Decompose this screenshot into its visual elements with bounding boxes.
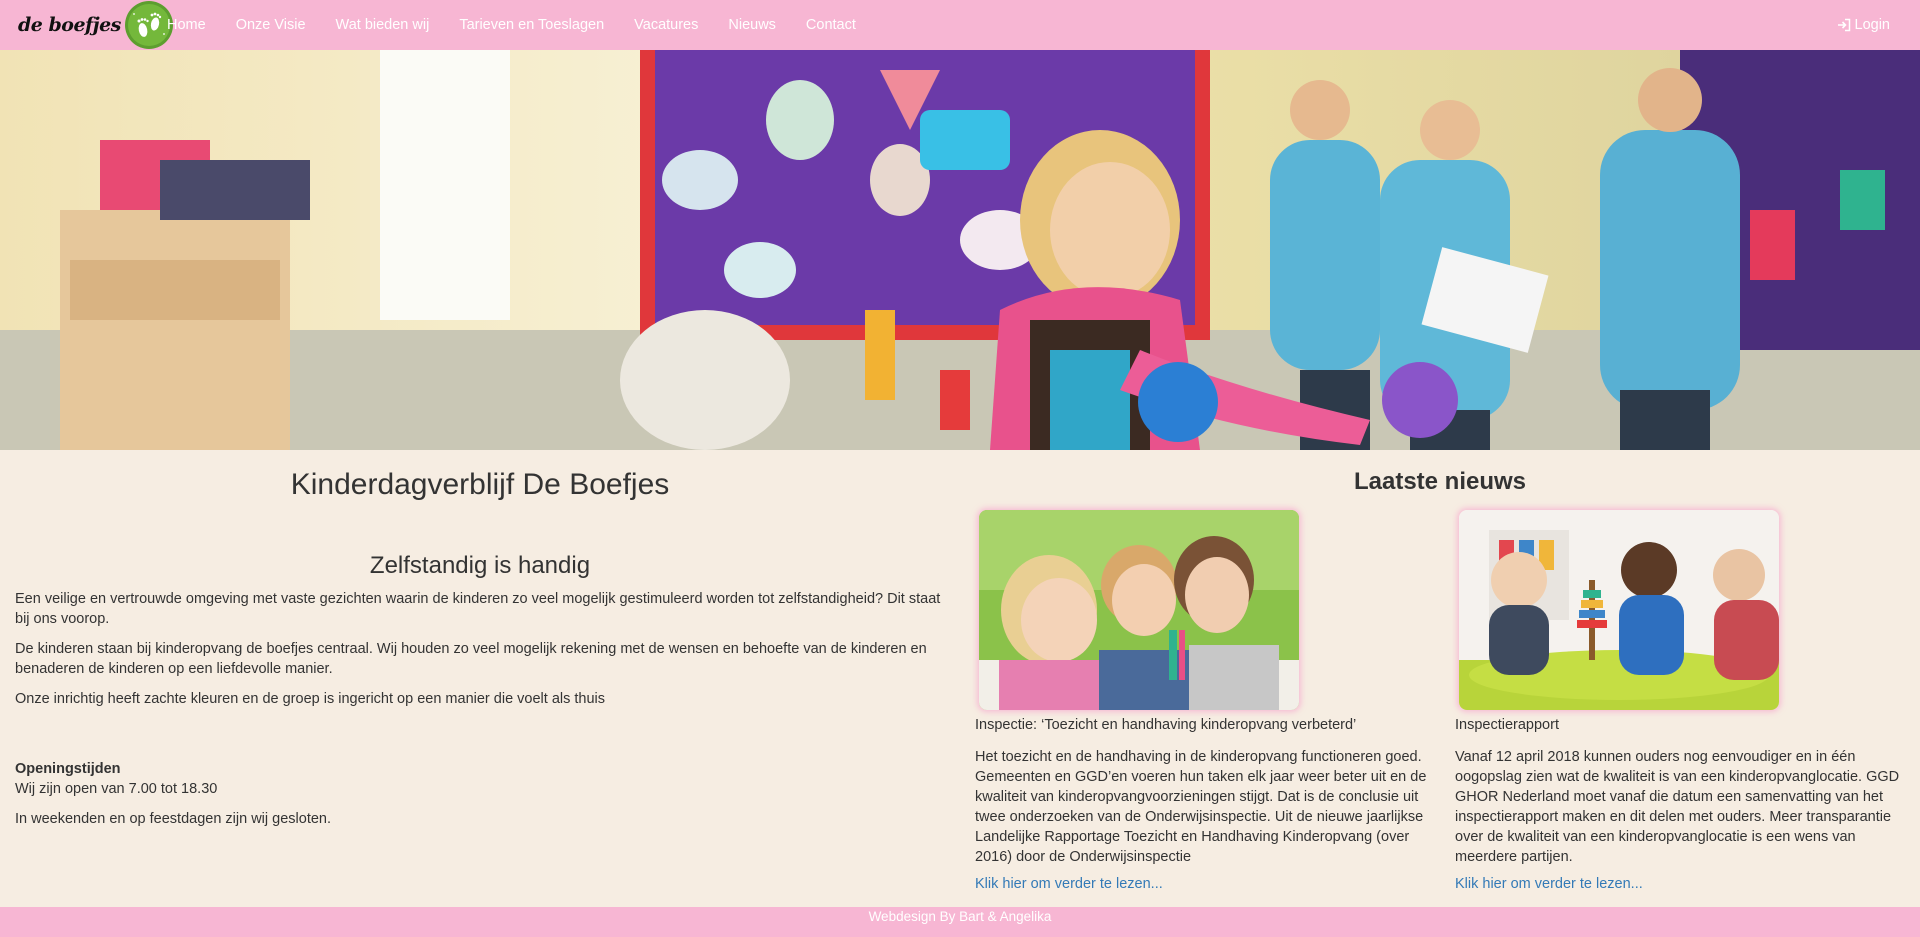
news-body: Het toezicht en de handhaving in de kind…: [975, 749, 1427, 865]
nav-wat-bieden-wij[interactable]: Wat bieden wij: [321, 0, 445, 50]
hours-text: Wij zijn open van 7.00 tot 18.30: [15, 781, 218, 797]
brand[interactable]: de boefjes: [18, 0, 174, 50]
footer: Webdesign By Bart & Angelika: [0, 907, 1920, 937]
news-body: Vanaf 12 april 2018 kunnen ouders nog ee…: [1455, 749, 1900, 865]
nav-onze-visie[interactable]: Onze Visie: [221, 0, 321, 50]
news-image: [979, 510, 1299, 710]
nav-vacatures[interactable]: Vacatures: [619, 0, 713, 50]
login-icon: [1837, 18, 1850, 32]
brand-name: de boefjes: [18, 14, 121, 36]
intro-paragraph-1: Een veilige en vertrouwde omgeving met v…: [15, 591, 941, 627]
main-nav: Home Onze Visie Wat bieden wij Tarieven …: [152, 0, 871, 50]
nav-nieuws[interactable]: Nieuws: [713, 0, 791, 50]
navbar: de boefjes Home Onze Visie Wat bieden wi…: [0, 0, 1920, 50]
read-more-link[interactable]: Klik hier om verder te lezen...: [1455, 876, 1643, 892]
section-subtitle: Zelfstandig is handig: [369, 552, 591, 579]
nav-home[interactable]: Home: [152, 0, 221, 50]
intro-paragraph-2: De kinderen staan bij kinderopvang de bo…: [15, 641, 927, 677]
hero-image: [0, 50, 1920, 450]
news-item: Inspectierapport Vanaf 12 april 2018 kun…: [1455, 510, 1920, 892]
news-headline: Inspectie: ‘Toezicht en handhaving kinde…: [975, 717, 1357, 733]
footer-credit: Webdesign By Bart & Angelika: [868, 909, 1052, 924]
news-image: [1459, 510, 1779, 710]
intro-paragraph-3: Onze inrichtig heeft zachte kleuren en d…: [15, 691, 606, 707]
login-label: Login: [1854, 17, 1890, 33]
news-item: Inspectie: ‘Toezicht en handhaving kinde…: [975, 510, 1445, 892]
login-link[interactable]: Login: [1837, 0, 1890, 50]
hours-title: Openingstijden: [15, 761, 121, 777]
news-title: Laatste nieuws: [1353, 468, 1527, 495]
news-headline: Inspectierapport: [1455, 717, 1559, 733]
nav-tarieven[interactable]: Tarieven en Toeslagen: [444, 0, 619, 50]
nav-contact[interactable]: Contact: [791, 0, 871, 50]
read-more-link[interactable]: Klik hier om verder te lezen...: [975, 876, 1163, 892]
closed-text: In weekenden en op feestdagen zijn wij g…: [15, 811, 331, 827]
page-title: Kinderdagverblijf De Boefjes: [290, 468, 670, 501]
